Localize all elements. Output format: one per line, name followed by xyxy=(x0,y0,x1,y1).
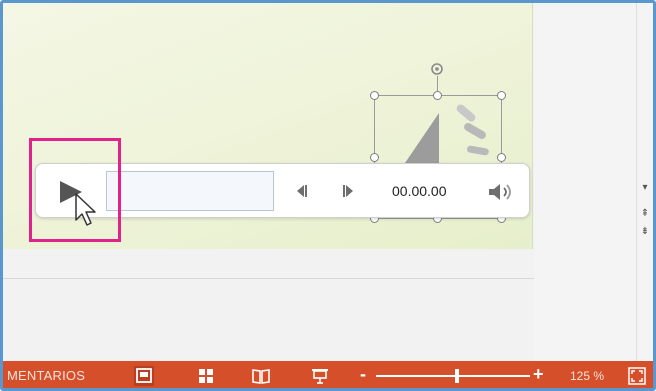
volume-icon[interactable] xyxy=(486,182,516,202)
play-button-highlight xyxy=(29,138,121,242)
next-slide-button[interactable]: ⇟ xyxy=(637,225,653,239)
scroll-down-arrow-icon[interactable]: ▾ xyxy=(637,181,653,195)
status-bar: MENTARIOS - + 125 % xyxy=(3,361,653,388)
previous-slide-button[interactable]: ⇞ xyxy=(637,207,653,221)
resize-handle-right[interactable] xyxy=(497,153,506,162)
step-forward-icon[interactable] xyxy=(341,183,357,199)
playback-progress-bar[interactable] xyxy=(106,171,274,211)
vertical-scrollbar[interactable]: ▾ ⇞ ⇟ xyxy=(636,3,653,361)
slideshow-icon[interactable] xyxy=(310,366,330,386)
app-window: ▾ ⇞ ⇟ 00.00.00 MENTARIOS - + 125 % xyxy=(0,0,656,391)
zoom-slider-thumb[interactable] xyxy=(455,369,459,383)
resize-handle-top-right[interactable] xyxy=(497,91,506,100)
resize-handle-left[interactable] xyxy=(370,153,379,162)
comments-button[interactable]: MENTARIOS xyxy=(7,368,85,383)
slide-sorter-icon[interactable] xyxy=(196,366,216,386)
zoom-in-button[interactable]: + xyxy=(533,364,544,385)
step-back-icon[interactable] xyxy=(293,183,309,199)
zoom-out-button[interactable]: - xyxy=(360,364,366,385)
zoom-level[interactable]: 125 % xyxy=(570,369,604,383)
rotate-handle-icon[interactable] xyxy=(430,62,444,76)
normal-view-icon[interactable] xyxy=(134,366,154,386)
zoom-slider[interactable] xyxy=(376,375,530,377)
resize-handle-top[interactable] xyxy=(433,91,442,100)
fit-to-window-icon[interactable] xyxy=(627,366,647,386)
elapsed-time: 00.00.00 xyxy=(392,183,447,199)
reading-view-icon[interactable] xyxy=(251,366,271,386)
resize-handle-top-left[interactable] xyxy=(370,91,379,100)
workspace-margin xyxy=(534,3,636,361)
